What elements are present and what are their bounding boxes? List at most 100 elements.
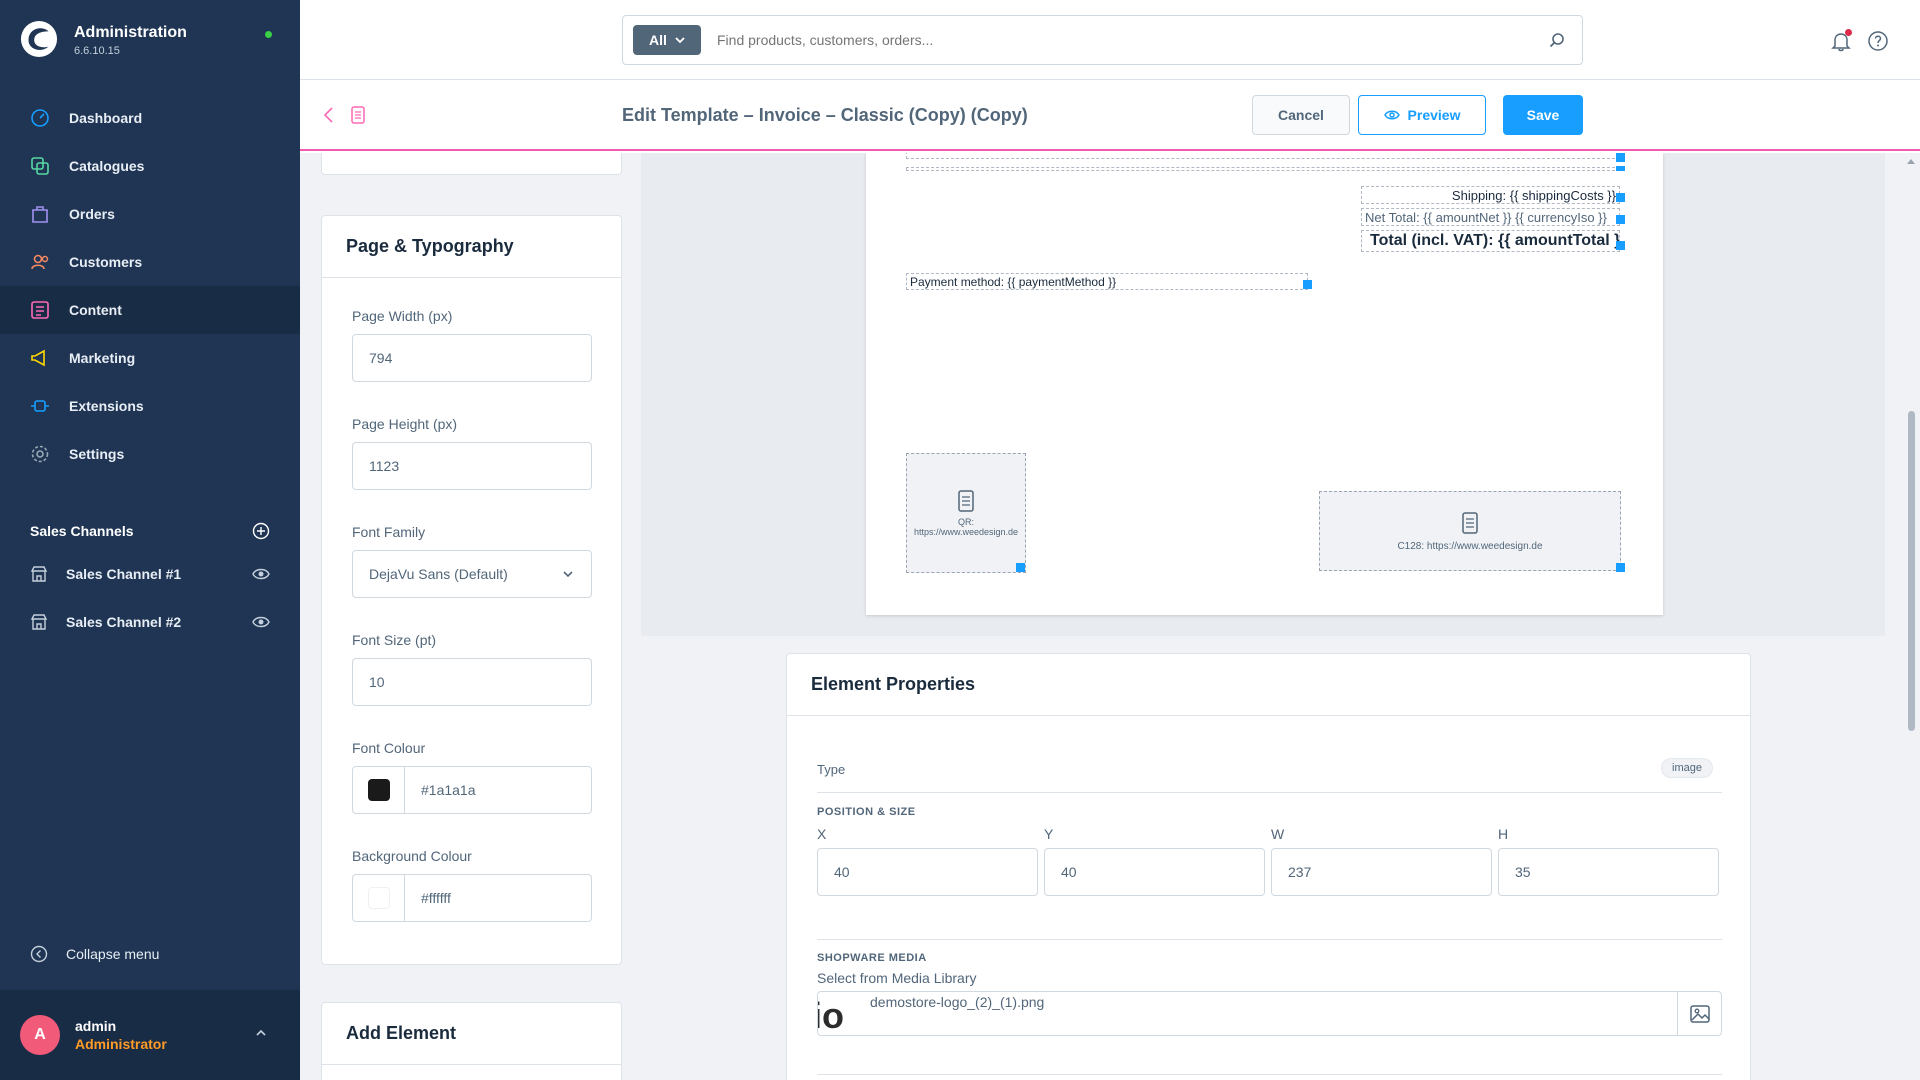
preview-button[interactable]: Preview: [1358, 95, 1486, 135]
font-size-label: Font Size (pt): [352, 632, 437, 648]
nav-label: Orders: [69, 206, 115, 222]
search-input[interactable]: [717, 32, 1548, 48]
payment-method-element[interactable]: Payment method: {{ paymentMethod }}: [906, 273, 1308, 290]
media-field[interactable]: io demostore-logo_(2)_(1).png: [817, 991, 1722, 1036]
divider: [817, 1074, 1722, 1075]
back-icon[interactable]: [322, 106, 336, 124]
qr-label: QR:: [957, 517, 974, 527]
collapse-icon: [30, 945, 48, 963]
nav-item-extensions[interactable]: Extensions: [0, 382, 300, 430]
search-icon[interactable]: [1548, 31, 1566, 49]
y-field[interactable]: 40: [1044, 848, 1265, 896]
user-role: Administrator: [75, 1036, 167, 1052]
collapse-label: Collapse menu: [66, 946, 160, 962]
scroll-up-icon[interactable]: [1906, 157, 1916, 165]
main-nav: Dashboard Catalogues Orders Customers Co…: [0, 94, 300, 478]
online-status-dot: [265, 31, 272, 38]
font-size-value: 10: [369, 674, 385, 690]
colour-swatch: [367, 779, 390, 801]
qr-code-element[interactable]: QR: https://www.weedesign.de: [906, 453, 1026, 573]
font-colour-value: #1a1a1a: [421, 782, 476, 798]
template-page: Shipping: {{ shippingCosts }} Net Total:…: [866, 153, 1663, 615]
resize-handle[interactable]: [1616, 193, 1625, 202]
sales-channel-item[interactable]: Sales Channel #2: [30, 613, 270, 631]
resize-handle[interactable]: [1616, 215, 1625, 224]
font-colour-field[interactable]: #1a1a1a: [352, 766, 592, 814]
brand[interactable]: Administration 6.6.10.15: [20, 20, 187, 58]
resize-handle[interactable]: [1616, 241, 1625, 250]
nav-item-marketing[interactable]: Marketing: [0, 334, 300, 382]
eye-icon: [1383, 110, 1400, 120]
bg-colour-value: #ffffff: [421, 890, 451, 906]
barcode-c128-element[interactable]: C128: https://www.weedesign.de: [1319, 491, 1621, 571]
scrollbar-thumb[interactable]: [1908, 411, 1915, 731]
cancel-button[interactable]: Cancel: [1252, 95, 1350, 135]
smart-bar: Edit Template – Invoice – Classic (Copy)…: [300, 81, 1920, 151]
avatar: A: [20, 1015, 60, 1055]
help-icon[interactable]: [1867, 30, 1889, 52]
type-label: Type: [817, 762, 846, 777]
net-total-element[interactable]: Net Total: {{ amountNet }} {{ currencyIs…: [1361, 208, 1620, 226]
open-media-button[interactable]: [1677, 992, 1721, 1035]
w-field[interactable]: 237: [1271, 848, 1492, 896]
divider: [817, 792, 1722, 793]
bg-colour-picker[interactable]: [353, 875, 405, 921]
card-header: Element Properties: [787, 654, 1750, 716]
font-family-select[interactable]: DejaVu Sans (Default): [352, 550, 592, 598]
admin-sidebar: Administration 6.6.10.15 Dashboard Catal…: [0, 0, 300, 1080]
nav-label: Customers: [69, 254, 143, 270]
save-button[interactable]: Save: [1503, 95, 1583, 135]
template-element[interactable]: [906, 153, 1620, 159]
search-type-dropdown[interactable]: All: [633, 25, 701, 55]
eye-icon[interactable]: [252, 613, 270, 631]
page-width-field[interactable]: 794: [352, 334, 592, 382]
page-height-field[interactable]: 1123: [352, 442, 592, 490]
notification-badge: [1845, 29, 1852, 36]
marketing-icon: [31, 349, 45, 367]
x-field[interactable]: 40: [817, 848, 1038, 896]
element-properties-card: Element Properties Type image POSITION &…: [786, 653, 1751, 1080]
nav-item-content[interactable]: Content: [0, 286, 300, 334]
sales-channel-item[interactable]: Sales Channel #1: [30, 565, 270, 583]
shipping-element[interactable]: Shipping: {{ shippingCosts }}: [1361, 186, 1620, 204]
nav-item-orders[interactable]: Orders: [0, 190, 300, 238]
collapse-menu-button[interactable]: Collapse menu: [30, 945, 159, 963]
sales-channels-title: Sales Channels: [30, 523, 134, 539]
nav-item-customers[interactable]: Customers: [0, 238, 300, 286]
colour-swatch: [367, 887, 390, 909]
chevron-up-icon[interactable]: [255, 1027, 267, 1039]
document-icon: [958, 490, 974, 512]
add-sales-channel-icon[interactable]: [252, 522, 270, 540]
storefront-icon: [30, 566, 48, 582]
resize-handle[interactable]: [1303, 280, 1312, 289]
nav-item-dashboard[interactable]: Dashboard: [0, 94, 300, 142]
template-canvas: Shipping: {{ shippingCosts }} Net Total:…: [641, 153, 1885, 636]
user-menu[interactable]: A admin Administrator: [0, 990, 300, 1080]
content-area: Page & Typography Page Width (px) 794 Pa…: [300, 153, 1920, 1080]
customers-icon: [31, 254, 49, 270]
resize-handle[interactable]: [1616, 166, 1625, 171]
page-width-label: Page Width (px): [352, 308, 453, 324]
preview-label: Preview: [1407, 107, 1461, 123]
resize-handle[interactable]: [1016, 563, 1025, 572]
font-family-label: Font Family: [352, 524, 426, 540]
h-field[interactable]: 35: [1498, 848, 1719, 896]
extensions-icon: [31, 400, 49, 412]
document-icon: [351, 106, 365, 124]
card-header: Page & Typography: [322, 216, 621, 278]
nav-item-settings[interactable]: Settings: [0, 430, 300, 478]
card-title: Element Properties: [811, 674, 976, 694]
eye-icon[interactable]: [252, 565, 270, 583]
search-type-label: All: [649, 32, 667, 48]
type-badge: image: [1661, 758, 1713, 778]
resize-handle[interactable]: [1616, 563, 1625, 572]
resize-handle[interactable]: [1616, 153, 1625, 162]
font-size-field[interactable]: 10: [352, 658, 592, 706]
template-element[interactable]: [906, 167, 1620, 171]
bg-colour-field[interactable]: #ffffff: [352, 874, 592, 922]
nav-item-catalogues[interactable]: Catalogues: [0, 142, 300, 190]
total-element[interactable]: Total (incl. VAT): {{ amountTotal }}: [1361, 230, 1620, 252]
shopware-logo-icon: [20, 20, 58, 58]
sales-channel-label: Sales Channel #1: [66, 566, 182, 582]
font-colour-picker[interactable]: [353, 767, 405, 813]
